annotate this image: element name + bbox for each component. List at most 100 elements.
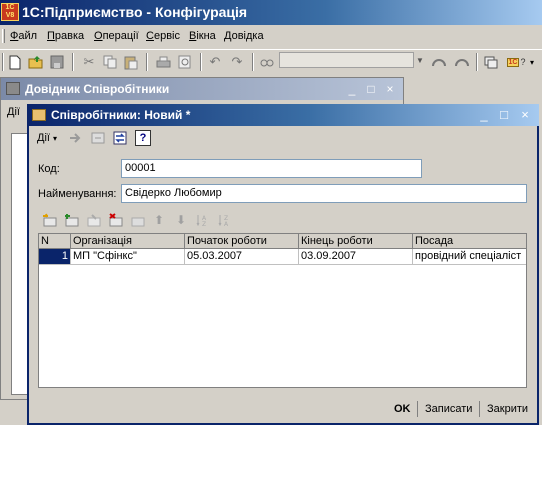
cut-icon[interactable]: ✂ xyxy=(80,53,98,71)
app-window: 1С V8 1С:Підприємство - Конфігурація Файл… xyxy=(0,0,542,425)
help-question-glyph: ? xyxy=(520,57,526,67)
move-up-icon[interactable]: ⬆ xyxy=(151,212,167,228)
form-icon xyxy=(32,109,46,121)
search-combo-arrow-icon[interactable]: ▼ xyxy=(414,52,426,68)
sort-asc-icon[interactable]: AZ xyxy=(195,212,211,228)
copy-row-icon[interactable] xyxy=(63,212,79,228)
move-down-icon[interactable]: ⬇ xyxy=(173,212,189,228)
menu-windows[interactable]: Вікна xyxy=(189,30,216,42)
catalog-title: Довідник Співробітники xyxy=(25,82,170,96)
column-header-end[interactable]: Кінець роботи xyxy=(299,234,413,249)
sort-desc-icon[interactable]: ZA xyxy=(217,212,233,228)
menu-bar: Файл Правка Операції Сервіс Вікна Довідк… xyxy=(0,26,542,46)
code-field[interactable]: 00001 xyxy=(121,159,422,178)
menu-operations[interactable]: Операції xyxy=(94,30,139,42)
toolbar-separator xyxy=(200,53,202,71)
1c-help-label: 1С xyxy=(506,57,520,67)
table-row-n[interactable]: 1 xyxy=(39,249,71,265)
save-button[interactable]: Записати xyxy=(425,403,472,415)
column-header-n[interactable]: N xyxy=(39,234,71,249)
name-label: Найменування: xyxy=(38,188,117,200)
catalog-caption: Довідник Співробітники _ □ × xyxy=(1,78,403,100)
form-actions-menu[interactable]: Дії ▾ xyxy=(37,132,57,144)
menu-edit-key: П xyxy=(47,30,55,42)
menu-service-rest: ервіс xyxy=(153,30,180,42)
employment-table[interactable]: N Організація Початок роботи Кінець робо… xyxy=(38,233,527,388)
column-header-organization[interactable]: Організація xyxy=(71,234,185,249)
menu-edit[interactable]: Правка xyxy=(47,30,84,42)
search-combo[interactable] xyxy=(279,52,414,68)
menu-help-key: Д xyxy=(224,30,232,42)
structure-icon[interactable] xyxy=(90,130,106,146)
chevron-down-icon: ▾ xyxy=(53,134,58,143)
form-caption: Співробітники: Новий * _ □ × xyxy=(27,104,539,126)
close-button[interactable]: Закрити xyxy=(487,403,528,415)
find-icon[interactable] xyxy=(258,53,276,71)
paste-icon[interactable] xyxy=(122,53,140,71)
catalog-icon xyxy=(6,82,20,95)
menu-help-rest: овідка xyxy=(231,30,264,42)
copy-icon[interactable] xyxy=(101,53,119,71)
switch-icon[interactable] xyxy=(112,130,128,146)
preview-icon[interactable] xyxy=(176,53,194,71)
menu-windows-rest: ікна xyxy=(196,30,216,42)
edit-row-icon[interactable] xyxy=(85,212,101,228)
form-minimize-button[interactable]: _ xyxy=(476,107,492,123)
main-toolbar: ✂ ↶ ↷ 1С? ▾ xyxy=(0,49,542,74)
save-icon[interactable] xyxy=(48,53,66,71)
app-title-bar: 1С V8 1С:Підприємство - Конфігурація xyxy=(0,0,542,25)
add-row-icon[interactable] xyxy=(41,212,57,228)
catalog-actions-menu[interactable]: Дії xyxy=(7,106,20,118)
code-label: Код: xyxy=(38,163,60,175)
form-toolbar: Дії ▾ ? xyxy=(32,127,537,149)
toolbar-grip[interactable] xyxy=(2,53,4,71)
table-cell-start[interactable]: 05.03.2007 xyxy=(185,249,299,265)
footer-separator xyxy=(417,401,418,417)
open-icon[interactable] xyxy=(27,53,45,71)
toolbar-separator xyxy=(252,53,254,71)
1c-logo-icon: 1С V8 xyxy=(1,3,19,21)
table-cell-position[interactable]: провідний спеціаліст xyxy=(413,249,526,265)
svg-text:Z: Z xyxy=(202,221,206,227)
column-header-start[interactable]: Початок роботи xyxy=(185,234,299,249)
toolbar-overflow-icon[interactable]: ▾ xyxy=(526,53,538,71)
menu-operations-rest: перації xyxy=(102,30,139,42)
form-maximize-button[interactable]: □ xyxy=(496,107,512,123)
find-prev-icon[interactable] xyxy=(453,53,471,71)
form-close-button[interactable]: × xyxy=(517,107,533,123)
windows-icon[interactable] xyxy=(482,53,500,71)
end-edit-icon[interactable] xyxy=(129,212,145,228)
svg-text:A: A xyxy=(224,221,229,227)
1c-help-icon[interactable]: 1С? xyxy=(504,53,528,71)
form-title: Співробітники: Новий * xyxy=(51,108,191,122)
menu-service-key: С xyxy=(146,30,154,42)
delete-row-icon[interactable] xyxy=(107,212,123,228)
form-actions-label: Дії xyxy=(37,132,50,144)
post-icon[interactable] xyxy=(68,130,84,146)
menu-file-rest: айл xyxy=(18,30,38,42)
menu-help[interactable]: Довідка xyxy=(224,30,264,42)
toolbar-separator xyxy=(72,53,74,71)
help-button[interactable]: ? xyxy=(135,130,151,146)
employee-form-window: Співробітники: Новий * _ □ × Дії ▾ ? Код… xyxy=(27,104,539,425)
menu-operations-key: О xyxy=(94,30,103,42)
app-title: 1С:Підприємство - Конфігурація xyxy=(22,4,248,20)
name-field[interactable]: Свідерко Любомир xyxy=(121,184,527,203)
undo-icon[interactable]: ↶ xyxy=(206,53,224,71)
ok-button[interactable]: OK xyxy=(394,403,411,415)
menu-grip[interactable] xyxy=(2,29,5,43)
table-cell-end[interactable]: 03.09.2007 xyxy=(299,249,413,265)
column-header-position[interactable]: Посада xyxy=(413,234,526,249)
redo-icon[interactable]: ↷ xyxy=(228,53,246,71)
catalog-close-button[interactable]: × xyxy=(382,81,398,97)
catalog-maximize-button[interactable]: □ xyxy=(363,81,379,97)
menu-file[interactable]: Файл xyxy=(10,30,37,42)
menu-service[interactable]: Сервіс xyxy=(146,30,180,42)
toolbar-separator xyxy=(476,53,478,71)
menu-edit-rest: равка xyxy=(54,30,85,42)
table-cell-organization[interactable]: МП "Сфінкс" xyxy=(71,249,185,265)
print-icon[interactable] xyxy=(154,53,172,71)
new-icon[interactable] xyxy=(6,53,24,71)
find-next-icon[interactable] xyxy=(430,53,448,71)
catalog-minimize-button[interactable]: _ xyxy=(344,81,360,97)
